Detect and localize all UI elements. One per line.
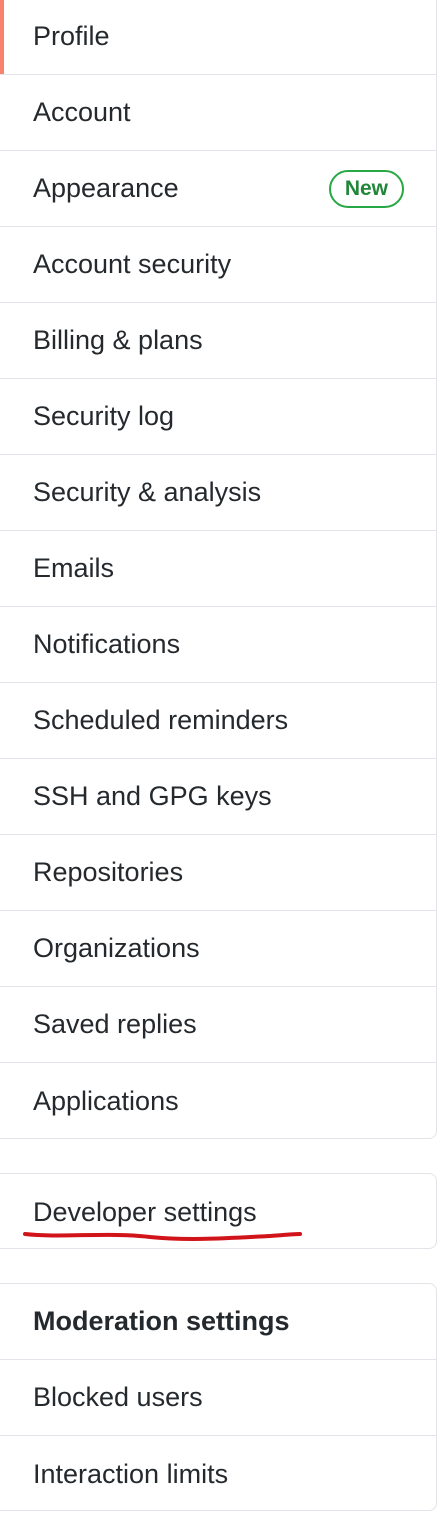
- menu-item-label: Security log: [33, 401, 175, 431]
- menu-item-label: Developer settings: [33, 1196, 257, 1227]
- menu-item-label: Interaction limits: [33, 1458, 229, 1489]
- menu-item-profile[interactable]: Profile: [0, 0, 436, 75]
- moderation-heading: Moderation settings: [0, 1284, 436, 1360]
- menu-item-interaction-limits[interactable]: Interaction limits: [0, 1436, 436, 1512]
- menu-item-label: SSH and GPG keys: [33, 781, 272, 811]
- developer-menu: Developer settings: [0, 1173, 437, 1249]
- menu-item-label: Security & analysis: [33, 477, 262, 507]
- menu-item-label: Billing & plans: [33, 325, 203, 355]
- moderation-menu: Moderation settings Blocked users Intera…: [0, 1283, 437, 1511]
- menu-item-account[interactable]: Account: [0, 75, 436, 151]
- menu-item-label: Appearance: [33, 173, 179, 203]
- menu-item-security-log[interactable]: Security log: [0, 379, 436, 455]
- menu-item-ssh-gpg-keys[interactable]: SSH and GPG keys: [0, 759, 436, 835]
- menu-item-notifications[interactable]: Notifications: [0, 607, 436, 683]
- menu-item-label: Saved replies: [33, 1009, 197, 1039]
- menu-item-label: Applications: [33, 1085, 179, 1116]
- menu-item-label: Blocked users: [33, 1382, 203, 1412]
- menu-item-repositories[interactable]: Repositories: [0, 835, 436, 911]
- menu-item-developer-settings[interactable]: Developer settings: [0, 1174, 436, 1250]
- menu-item-billing-plans[interactable]: Billing & plans: [0, 303, 436, 379]
- menu-item-label: Organizations: [33, 933, 200, 963]
- menu-item-saved-replies[interactable]: Saved replies: [0, 987, 436, 1063]
- menu-item-scheduled-reminders[interactable]: Scheduled reminders: [0, 683, 436, 759]
- menu-item-label: Scheduled reminders: [33, 705, 289, 735]
- menu-item-label: Repositories: [33, 857, 184, 887]
- menu-item-label: Profile: [33, 21, 110, 51]
- menu-item-label: Notifications: [33, 629, 181, 659]
- menu-item-account-security[interactable]: Account security: [0, 227, 436, 303]
- menu-item-label: Account security: [33, 249, 232, 279]
- menu-item-organizations[interactable]: Organizations: [0, 911, 436, 987]
- menu-item-label: Account: [33, 97, 131, 127]
- menu-item-security-analysis[interactable]: Security & analysis: [0, 455, 436, 531]
- menu-item-applications[interactable]: Applications: [0, 1063, 436, 1139]
- menu-item-emails[interactable]: Emails: [0, 531, 436, 607]
- settings-menu: Profile Account Appearance New Account se…: [0, 0, 437, 1139]
- menu-item-appearance[interactable]: Appearance New: [0, 151, 436, 227]
- new-badge: New: [328, 169, 404, 208]
- menu-item-label: Emails: [33, 553, 115, 583]
- menu-item-blocked-users[interactable]: Blocked users: [0, 1360, 436, 1436]
